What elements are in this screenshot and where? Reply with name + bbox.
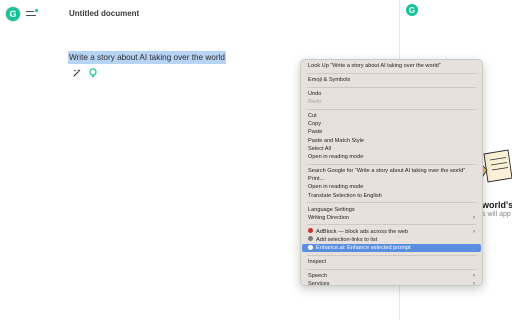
menu-item-select-all[interactable]: Select All bbox=[302, 145, 481, 153]
inline-toolbar bbox=[68, 67, 102, 79]
context-menu: Look Up “Write a story about AI taking o… bbox=[300, 59, 483, 288]
menu-item-cut[interactable]: Cut bbox=[302, 112, 481, 120]
menu-separator bbox=[307, 202, 476, 204]
menu-toggle-icon[interactable] bbox=[24, 8, 38, 20]
menu-item-adblock[interactable]: AdBlock — block ads across the web › bbox=[302, 228, 481, 236]
menu-item-label: Services bbox=[308, 281, 330, 288]
menu-item-redo[interactable]: Redo bbox=[302, 98, 481, 106]
menu-item-language-settings[interactable]: Language Settings bbox=[302, 206, 481, 214]
menu-item-translate[interactable]: Translate Selection to English bbox=[302, 192, 481, 200]
menu-item-paste-match-style[interactable]: Paste and Match Style bbox=[302, 137, 481, 145]
menu-separator bbox=[307, 86, 476, 88]
submenu-chevron-icon: › bbox=[473, 228, 475, 235]
menu-item-paste[interactable]: Paste bbox=[302, 128, 481, 136]
menu-item-reading-mode[interactable]: Open in reading mode bbox=[302, 153, 481, 161]
submenu-chevron-icon: › bbox=[473, 281, 475, 288]
enhance-ai-icon bbox=[308, 244, 313, 250]
menu-item-undo[interactable]: Undo bbox=[302, 90, 481, 98]
menu-separator bbox=[307, 72, 476, 74]
menu-item-search-google[interactable]: Search Google for “Write a story about A… bbox=[302, 167, 481, 175]
adblock-icon bbox=[308, 228, 313, 234]
menu-item-label: Speech bbox=[308, 273, 327, 279]
menu-item-writing-direction[interactable]: Writing Direction › bbox=[302, 214, 481, 222]
menu-separator bbox=[307, 224, 476, 226]
panel-heading: world's a bbox=[482, 200, 512, 210]
link-list-icon bbox=[308, 236, 313, 242]
menu-separator bbox=[307, 254, 476, 256]
document-illustration-icon bbox=[478, 148, 512, 184]
menu-item-speech[interactable]: Speech › bbox=[302, 272, 481, 280]
menu-item-copy[interactable]: Copy bbox=[302, 120, 481, 128]
selected-text[interactable]: Write a story about AI taking over the w… bbox=[68, 51, 226, 64]
magic-wand-icon[interactable] bbox=[72, 68, 82, 78]
panel-subtext: s will app bbox=[482, 211, 511, 218]
menu-item-look-up[interactable]: Look Up “Write a story about AI taking o… bbox=[302, 62, 481, 70]
menu-item-enhance-ai[interactable]: Enhance.ai: Enhance selected prompt bbox=[302, 244, 481, 253]
menu-item-print[interactable]: Print... bbox=[302, 175, 481, 183]
submenu-chevron-icon: › bbox=[473, 214, 475, 221]
menu-item-inspect[interactable]: Inspect bbox=[302, 258, 481, 266]
menu-item-reading-mode-2[interactable]: Open in reading mode bbox=[302, 183, 481, 191]
menu-item-label: Add selection-links to list bbox=[316, 236, 378, 243]
menu-item-label: AdBlock — block ads across the web bbox=[316, 228, 409, 235]
menu-separator bbox=[307, 108, 476, 110]
menu-separator bbox=[307, 163, 476, 165]
document-title[interactable]: Untitled document bbox=[69, 9, 139, 18]
grammarly-panel-logo-icon: G bbox=[406, 4, 418, 16]
menu-item-emoji[interactable]: Emoji & Symbols bbox=[302, 76, 481, 84]
submenu-chevron-icon: › bbox=[473, 273, 475, 279]
menu-item-services[interactable]: Services › bbox=[302, 280, 481, 288]
menu-item-label: Writing Direction bbox=[308, 214, 349, 221]
menu-item-add-links[interactable]: Add selection-links to list bbox=[302, 236, 481, 244]
menu-item-label: Enhance.ai: Enhance selected prompt bbox=[316, 245, 411, 252]
grammarly-bulb-icon[interactable] bbox=[88, 68, 98, 78]
menu-separator bbox=[307, 268, 476, 270]
grammarly-logo-icon[interactable]: G bbox=[6, 7, 20, 21]
app-header: G bbox=[6, 6, 38, 22]
